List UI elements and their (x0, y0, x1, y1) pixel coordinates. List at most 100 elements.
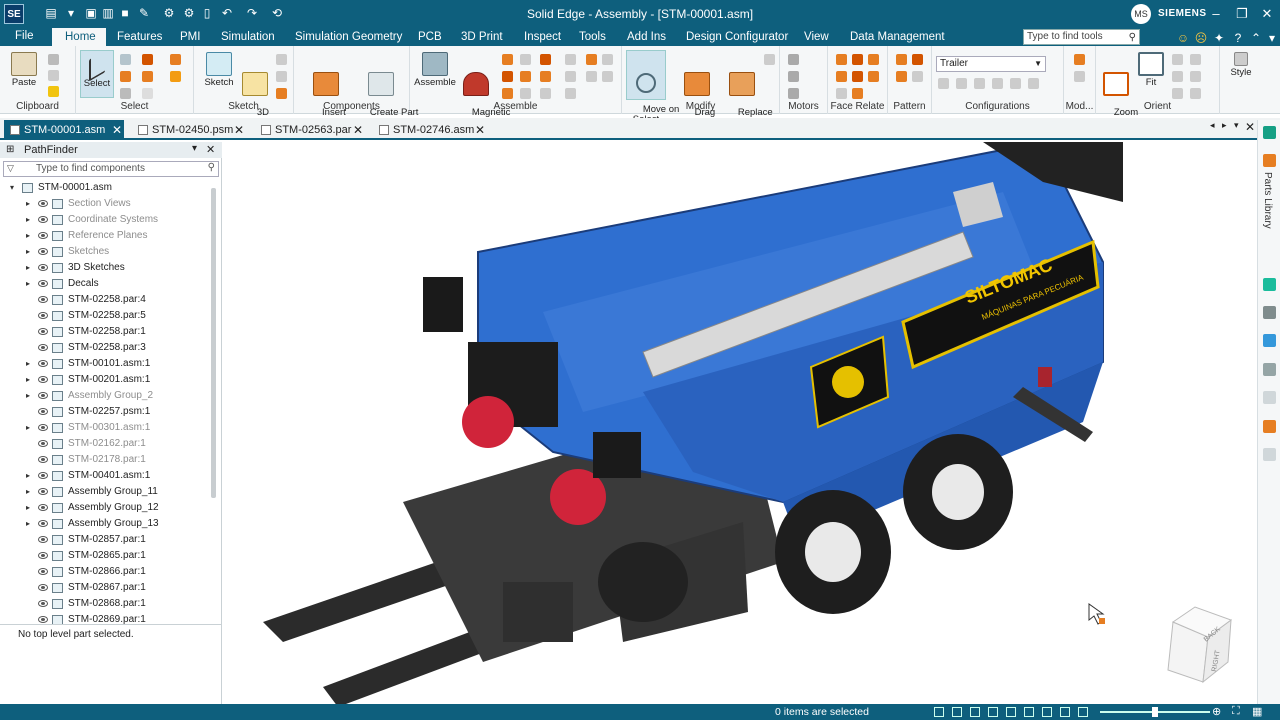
visibility-icon[interactable] (38, 472, 48, 479)
tree-item[interactable]: STM-02865.par:1 (0, 548, 210, 564)
maximize-icon[interactable]: ❐ (1233, 5, 1251, 23)
chain-icon[interactable] (1263, 448, 1276, 461)
visibility-icon[interactable] (38, 456, 48, 463)
zoom-icon[interactable] (952, 707, 962, 717)
render-icon[interactable] (1078, 707, 1088, 717)
visibility-icon[interactable] (38, 392, 48, 399)
tab-list-icon[interactable]: ▾ (1234, 120, 1239, 131)
align-icon[interactable] (502, 88, 513, 99)
visibility-icon[interactable] (38, 216, 48, 223)
tab-simulation[interactable]: Simulation (221, 31, 275, 43)
config-icon-1[interactable] (938, 78, 949, 89)
visibility-icon[interactable] (38, 520, 48, 527)
fullscreen-icon[interactable]: ⛶ (1232, 705, 1240, 718)
visibility-icon[interactable] (38, 424, 48, 431)
tab-features[interactable]: Features (117, 31, 162, 43)
layers-icon[interactable] (1263, 278, 1276, 291)
lasso-icon[interactable] (120, 88, 131, 99)
tree-item[interactable]: ▸ Reference Planes (0, 228, 210, 244)
orient-icon-6[interactable] (1190, 88, 1201, 99)
visibility-icon[interactable] (38, 328, 48, 335)
pathfinder-search[interactable]: ▽ Type to find components ⚲ (3, 161, 219, 177)
visibility-icon[interactable] (38, 248, 48, 255)
doc-tab-stm-02450[interactable]: STM-02450.psm ✕ (132, 120, 250, 140)
simulate-icon[interactable] (788, 71, 799, 82)
zoom-in-icon[interactable]: ⊕ (1212, 705, 1221, 718)
sketch-button[interactable]: Sketch (202, 52, 236, 88)
mate-icon[interactable] (502, 71, 513, 82)
visibility-icon[interactable] (38, 232, 48, 239)
modify-extra-icon[interactable] (764, 54, 775, 65)
config-icon-2[interactable] (956, 78, 967, 89)
visibility-icon[interactable] (38, 616, 48, 623)
mirror-icon[interactable] (912, 54, 923, 65)
style-button[interactable]: Style (1226, 52, 1256, 78)
tree-item[interactable]: STM-02258.par:1 (0, 324, 210, 340)
tab-simulation-geometry[interactable]: Simulation Geometry (295, 31, 402, 43)
orient-icon-2[interactable] (1190, 54, 1201, 65)
ribbon-options-icon[interactable]: ▾ (1265, 31, 1279, 45)
display-icon[interactable] (1060, 707, 1070, 717)
visibility-icon[interactable] (38, 296, 48, 303)
stack-icon[interactable] (1263, 306, 1276, 319)
rigid-icon[interactable] (565, 88, 576, 99)
grid-icon[interactable] (1263, 420, 1276, 433)
tab-scroll-right-icon[interactable]: ▸ (1222, 120, 1227, 131)
insert-icon[interactable] (520, 71, 531, 82)
visibility-icon[interactable] (38, 280, 48, 287)
expand-toggle-icon[interactable]: ▸ (26, 356, 30, 372)
visibility-icon[interactable] (38, 504, 48, 511)
format-icon[interactable] (48, 86, 59, 97)
duplicate-icon[interactable] (896, 71, 907, 82)
orient-icon-1[interactable] (1172, 54, 1183, 65)
tree-item[interactable]: ▸ Assembly Group_11 (0, 484, 210, 500)
library-icon[interactable] (1263, 126, 1276, 139)
help-icon[interactable]: ? (1231, 31, 1245, 45)
orient-icon-4[interactable] (1190, 71, 1201, 82)
angle-icon[interactable] (540, 54, 551, 65)
close-icon[interactable]: ✕ (206, 143, 215, 156)
graphics-viewport[interactable]: SILTOMAC MÁQUINAS PARA PECUÁRIA BACK RIG… (223, 142, 1257, 704)
link-icon[interactable] (1263, 391, 1276, 404)
tree-item[interactable]: ▸ STM-00301.asm:1 (0, 420, 210, 436)
search-icon[interactable]: ⚲ (208, 162, 215, 173)
shading-icon[interactable] (1024, 707, 1034, 717)
tree-item[interactable]: ▸ STM-00101.asm:1 (0, 356, 210, 372)
fit-button[interactable]: Fit (1136, 52, 1166, 88)
ribbon-minimize-icon[interactable]: ⌃ (1249, 31, 1263, 45)
filter-icon[interactable]: ▽ (7, 163, 14, 174)
tree-item[interactable]: ▸ Assembly Group_13 (0, 516, 210, 532)
tab-scroll-left-icon[interactable]: ◂ (1210, 120, 1215, 131)
visibility-icon[interactable] (38, 584, 48, 591)
paste-button[interactable]: Paste (6, 52, 42, 88)
relationship-icon[interactable] (602, 54, 613, 65)
visibility-icon[interactable] (38, 312, 48, 319)
visibility-icon[interactable] (38, 200, 48, 207)
view-icon-1[interactable] (934, 707, 944, 717)
color-icon[interactable] (1263, 334, 1276, 347)
tab-add-ins[interactable]: Add Ins (627, 31, 666, 43)
expand-toggle-icon[interactable]: ▸ (26, 388, 30, 404)
hide-icon[interactable] (170, 54, 181, 65)
path-icon[interactable] (565, 71, 576, 82)
gear-icon[interactable] (565, 54, 576, 65)
cut-icon[interactable] (48, 54, 59, 65)
face-icon-4[interactable] (836, 71, 847, 82)
close-icon[interactable]: ✕ (112, 120, 122, 140)
show-icon[interactable] (170, 71, 181, 82)
expand-toggle-icon[interactable]: ▸ (26, 276, 30, 292)
visibility-icon[interactable] (38, 360, 48, 367)
cam-icon[interactable] (540, 88, 551, 99)
close-icon[interactable]: ✕ (353, 120, 363, 140)
visibility-icon[interactable] (38, 536, 48, 543)
model-icon-1[interactable] (1074, 54, 1085, 65)
motor-options-icon[interactable] (788, 88, 799, 99)
tree-item[interactable]: ▸ Assembly Group_12 (0, 500, 210, 516)
doc-tab-stm-02563[interactable]: STM-02563.par ✕ (255, 120, 367, 140)
rotate-icon[interactable] (988, 707, 998, 717)
expand-toggle-icon[interactable]: ▸ (26, 196, 30, 212)
move-on-select-button[interactable]: Move on Select (626, 50, 679, 125)
assemble-button[interactable]: Assemble (414, 52, 456, 88)
copy-icon[interactable] (48, 70, 59, 81)
doc-tab-stm-00001[interactable]: STM-00001.asm ✕ (4, 120, 124, 140)
